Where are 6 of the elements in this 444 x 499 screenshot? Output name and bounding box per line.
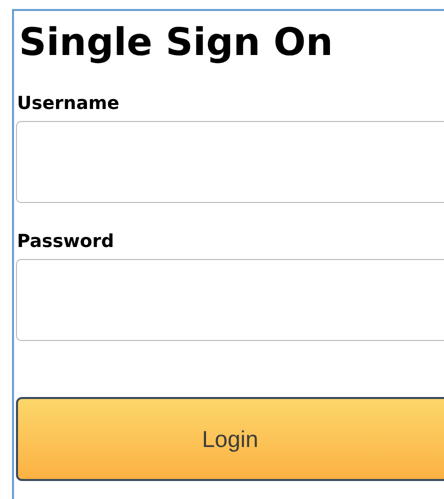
field-label: Username [17,93,120,115]
page-title: Single Sign On [19,19,333,65]
login-button[interactable]: Login [16,397,444,481]
input-field[interactable] [16,259,444,341]
field-label: Password [17,231,114,253]
input-field[interactable] [16,121,444,203]
